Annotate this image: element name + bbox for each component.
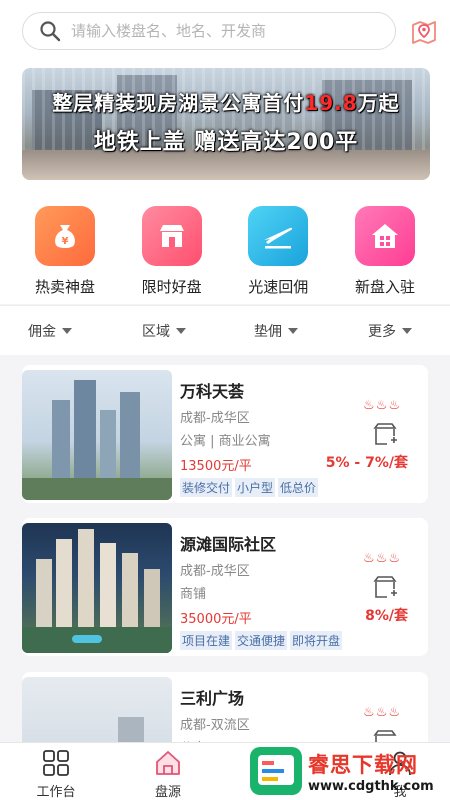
- filter-label: 更多: [368, 323, 396, 340]
- banner-highlight: 19.8: [304, 91, 358, 115]
- listing-card[interactable]: 万科天荟 成都-成华区 公寓 | 商业公寓 13500元/平 装修交付 小户型 …: [22, 365, 428, 503]
- listing-tags: 装修交付 小户型 低总价: [180, 478, 428, 497]
- tab-workbench[interactable]: 工作台: [26, 749, 86, 800]
- bottom-tab-bar: 工作台 盘源 我 睿思下载网 www.cdgthk.com: [0, 742, 450, 800]
- quick-entry-label: 热卖神盘: [34, 278, 95, 296]
- listing-photo: [22, 523, 172, 653]
- hot-rating: ♨ ♨ ♨: [363, 705, 400, 720]
- money-bag-icon: ¥: [35, 206, 95, 266]
- add-to-store-icon[interactable]: [372, 422, 398, 448]
- listing-photo: [22, 370, 172, 500]
- flame-icon: ♨: [363, 398, 375, 413]
- listing-card[interactable]: 源滩国际社区 成都-成华区 商铺 35000元/平 项目在建 交通便捷 即将开盘…: [22, 518, 428, 656]
- listing-info: 万科天荟 成都-成华区 公寓 | 商业公寓 13500元/平 装修交付 小户型 …: [172, 370, 428, 498]
- quick-entry-label: 限时好盘: [141, 278, 202, 296]
- quick-entries: ¥ 热卖神盘 限时好盘 光速回佣 新盘入驻: [22, 206, 428, 297]
- flame-icon: ♨: [375, 705, 388, 720]
- filter-region[interactable]: 区域: [142, 321, 186, 341]
- quick-entry-hot[interactable]: ¥ 热卖神盘: [22, 206, 108, 297]
- filter-more[interactable]: 更多: [368, 321, 412, 341]
- listing-commission: 5% - 7%/套: [325, 455, 408, 471]
- quick-entry-limited[interactable]: 限时好盘: [129, 206, 215, 297]
- listing-tag: 低总价: [278, 478, 319, 497]
- flame-icon: ♨: [388, 551, 400, 566]
- listing-tag: 小户型: [235, 478, 276, 497]
- flame-icon: ♨: [375, 398, 388, 413]
- flame-icon: ♨: [388, 398, 400, 413]
- flame-icon: ♨: [388, 705, 400, 720]
- caret-down-icon: [176, 327, 186, 334]
- listing-tag: 交通便捷: [235, 631, 288, 650]
- watermark-text: 睿思下载网 www.cdgthk.com: [308, 749, 434, 794]
- watermark-logo-icon: [250, 747, 302, 795]
- quick-entry-label: 新盘入驻: [354, 278, 415, 296]
- quick-entry-label: 光速回佣: [248, 278, 309, 296]
- shop-icon: [141, 206, 202, 266]
- listing-tag: 即将开盘: [290, 631, 343, 650]
- watermark-url: www.cdgthk.com: [308, 778, 434, 794]
- search-box[interactable]: [22, 12, 396, 50]
- filter-label: 佣金: [28, 323, 56, 340]
- grid-icon: [43, 750, 69, 776]
- house-icon: [354, 206, 415, 266]
- banner-subline: 地铁上盖 赠送高达200平: [93, 130, 359, 155]
- listing-commission: 8%/套: [365, 608, 408, 624]
- quick-entry-new[interactable]: 新盘入驻: [342, 206, 428, 297]
- search-icon: [40, 21, 61, 42]
- top-section: 整层精装现房湖景公寓首付19.8万起 地铁上盖 赠送高达200平 ¥ 热卖神盘: [0, 0, 450, 304]
- tab-label: 工作台: [36, 785, 76, 800]
- promo-banner[interactable]: 整层精装现房湖景公寓首付19.8万起 地铁上盖 赠送高达200平: [22, 68, 430, 180]
- filter-label: 垫佣: [254, 323, 282, 340]
- listing-tags: 项目在建 交通便捷 即将开盘: [180, 631, 428, 650]
- tab-label: 盘源: [154, 785, 181, 800]
- quick-entry-cashback[interactable]: 光速回佣: [235, 206, 321, 297]
- banner-headline: 整层精装现房湖景公寓首付19.8万起: [52, 91, 400, 115]
- watermark: 睿思下载网 www.cdgthk.com: [250, 742, 450, 800]
- add-to-store-icon[interactable]: [372, 575, 398, 601]
- caret-down-icon: [62, 327, 72, 334]
- filter-bar: 佣金 区域 垫佣 更多: [0, 305, 450, 355]
- filter-commission[interactable]: 佣金: [28, 321, 72, 341]
- hot-rating: ♨ ♨ ♨: [363, 398, 400, 413]
- search-row: [22, 12, 440, 50]
- tab-listings[interactable]: 盘源: [138, 749, 198, 800]
- listing-info: 源滩国际社区 成都-成华区 商铺 35000元/平 项目在建 交通便捷 即将开盘…: [172, 523, 428, 651]
- filter-advance[interactable]: 垫佣: [254, 321, 298, 341]
- search-input[interactable]: [71, 22, 371, 40]
- caret-down-icon: [288, 327, 298, 334]
- flame-icon: ♨: [363, 551, 375, 566]
- flame-icon: ♨: [363, 705, 375, 720]
- map-location-icon[interactable]: [408, 15, 440, 47]
- plane-icon: [248, 206, 309, 266]
- filter-label: 区域: [142, 323, 170, 340]
- watermark-title: 睿思下载网: [308, 752, 418, 777]
- home-icon: [156, 751, 180, 775]
- flame-icon: ♨: [375, 551, 388, 566]
- listing-tag: 项目在建: [180, 631, 233, 650]
- listing-tag: 装修交付: [180, 478, 233, 497]
- caret-down-icon: [402, 327, 412, 334]
- svg-text:¥: ¥: [62, 236, 69, 247]
- hot-rating: ♨ ♨ ♨: [363, 551, 400, 566]
